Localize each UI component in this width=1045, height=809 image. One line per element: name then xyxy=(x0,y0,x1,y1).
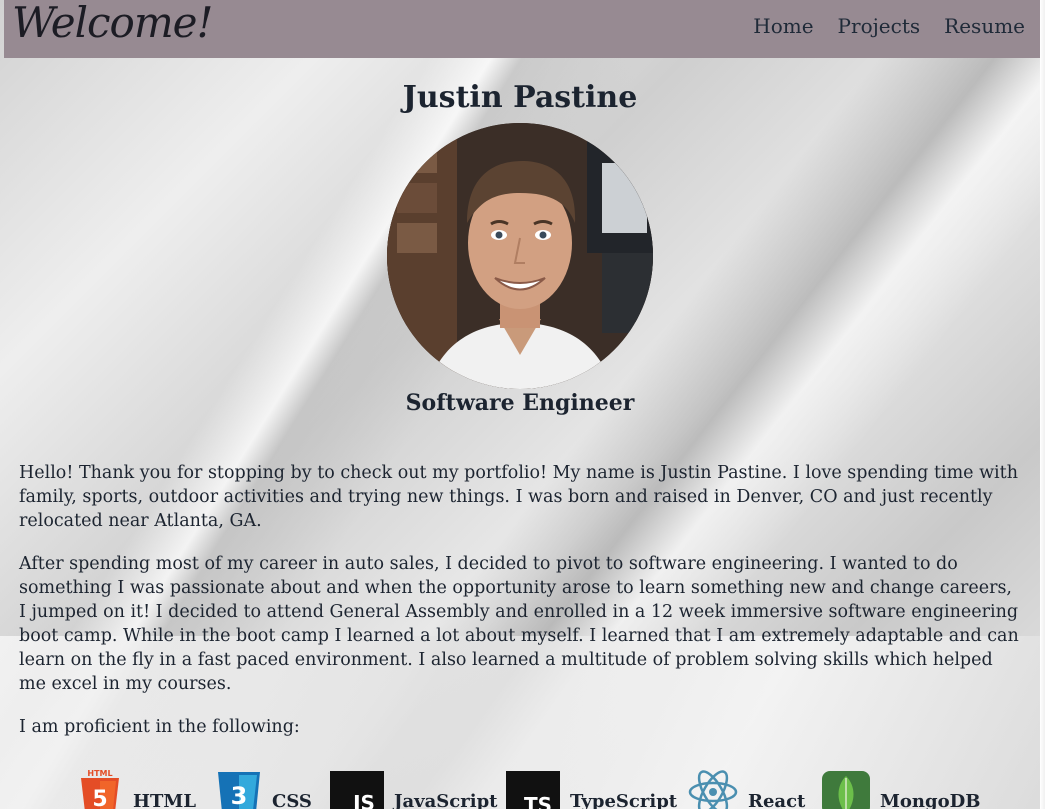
bio-paragraph-career: After spending most of my career in auto… xyxy=(19,554,1019,694)
skill-html: HTML 5 HTML xyxy=(77,768,196,809)
page-edge xyxy=(1040,0,1045,809)
typescript-icon: TS xyxy=(506,771,560,809)
svg-text:5: 5 xyxy=(92,787,107,809)
css3-icon: 3 xyxy=(218,772,260,809)
skill-react: React xyxy=(688,768,805,809)
react-icon xyxy=(688,770,738,809)
proficiency-intro: I am proficient in the following: xyxy=(19,717,300,737)
skills-list: HTML 5 HTML 3 CSS JS JavaScript TS TypeS… xyxy=(0,768,1040,809)
svg-text:TS: TS xyxy=(524,793,552,809)
html5-icon: HTML 5 xyxy=(81,769,119,809)
skill-css: 3 CSS xyxy=(216,768,312,809)
javascript-icon: JS xyxy=(330,771,384,809)
skill-javascript: JS JavaScript xyxy=(330,768,497,809)
skill-label-typescript: TypeScript xyxy=(570,791,678,809)
svg-text:HTML: HTML xyxy=(87,769,112,778)
profile-name: Justin Pastine xyxy=(402,80,638,115)
nav-links: Home Projects Resume xyxy=(753,14,1025,38)
skill-label-javascript: JavaScript xyxy=(394,791,498,809)
nav-link-home[interactable]: Home xyxy=(753,14,813,38)
navbar: Welcome! Home Projects Resume xyxy=(4,0,1040,58)
nav-link-resume[interactable]: Resume xyxy=(944,14,1025,38)
profile-photo-illustration xyxy=(387,123,653,389)
nav-link-projects[interactable]: Projects xyxy=(838,14,921,38)
skill-label-css: CSS xyxy=(272,791,312,809)
bio-paragraph-intro: Hello! Thank you for stopping by to chec… xyxy=(19,463,1018,531)
site-logo[interactable]: Welcome! xyxy=(12,0,213,47)
skill-typescript: TS TypeScript xyxy=(506,768,677,809)
profile-photo xyxy=(387,123,653,389)
skill-label-react: React xyxy=(748,791,806,809)
skill-mongodb: MongoDB xyxy=(822,768,980,809)
skill-label-html: HTML xyxy=(133,791,196,809)
skill-label-mongodb: MongoDB xyxy=(880,791,981,809)
mongodb-icon xyxy=(822,771,870,809)
profile-title: Software Engineer xyxy=(405,390,635,416)
svg-text:3: 3 xyxy=(231,782,248,809)
svg-text:JS: JS xyxy=(351,791,375,809)
